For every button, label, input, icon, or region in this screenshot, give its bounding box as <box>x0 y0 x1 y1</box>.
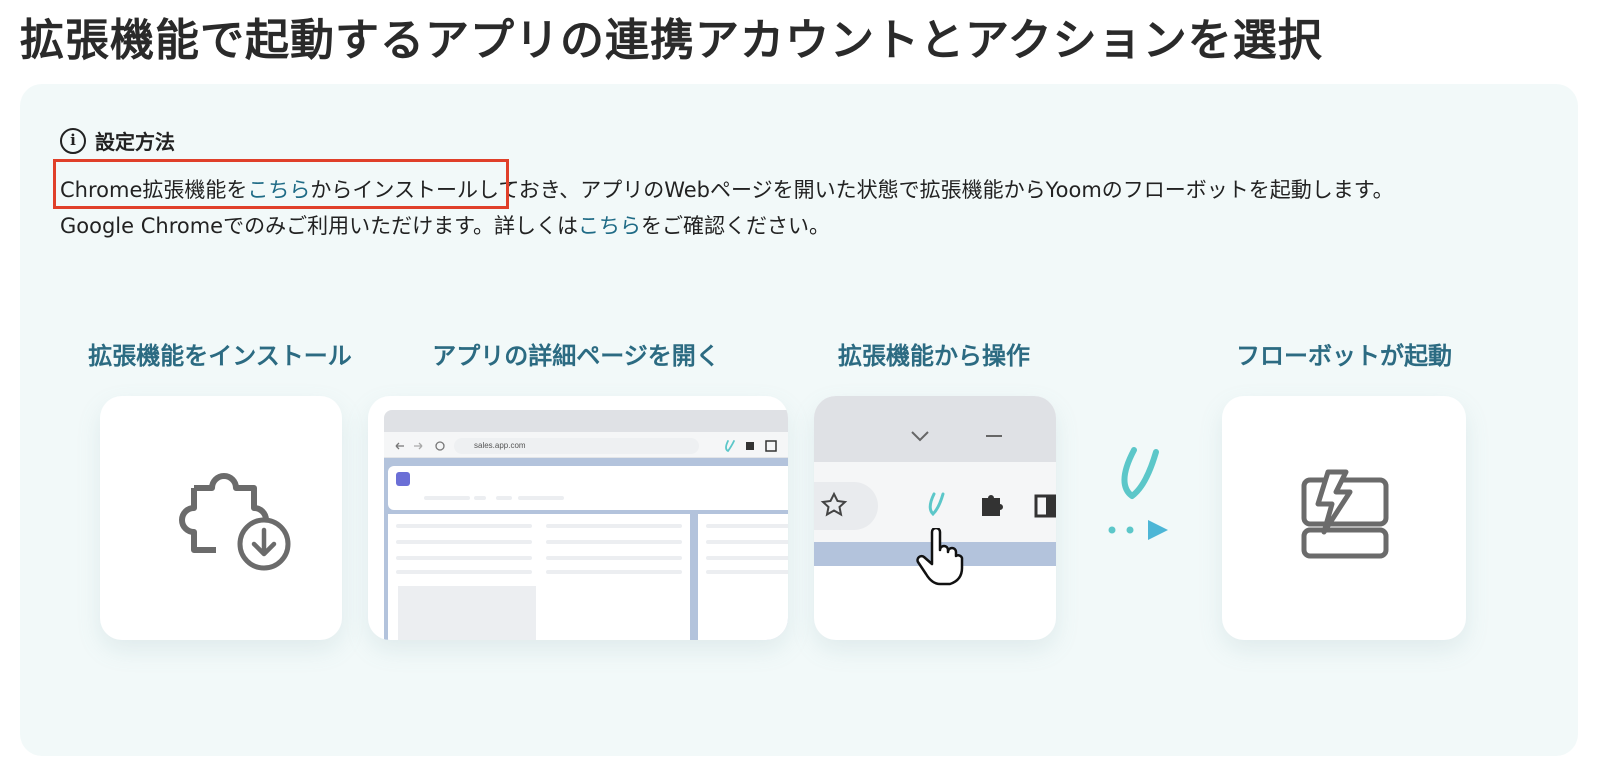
page-title: 拡張機能で起動するアプリの連携アカウントとアクションを選択 <box>20 15 1323 66</box>
line2-suffix: をご確認ください。 <box>641 214 830 238</box>
app-page-illustration-card: sales.app.com <box>368 396 788 640</box>
step-label-flowbot: フローボットが起動 <box>1236 342 1452 370</box>
details-link[interactable]: こちら <box>578 214 641 238</box>
app-logo-icon <box>396 472 410 486</box>
setup-panel: i 設定方法 Chrome拡張機能をこちらからインストールしておき、アプリのWe… <box>20 84 1578 756</box>
lightning-robot-icon <box>1301 469 1389 559</box>
flowbot-illustration-card <box>1222 396 1466 640</box>
app-page-side-column <box>698 514 788 640</box>
browser-url-bar: sales.app.com <box>454 438 699 454</box>
step-label-operate: 拡張機能から操作 <box>838 342 1030 370</box>
step-label-install: 拡張機能をインストール <box>88 342 352 370</box>
hand-pointer-icon <box>916 528 964 586</box>
info-circle-icon: i <box>60 127 86 154</box>
description-line-2: Google Chromeでのみご利用いただけます。詳しくはこちらをご確認くださ… <box>60 208 1550 244</box>
app-page-header <box>388 466 788 510</box>
puzzle-download-icon <box>179 473 291 571</box>
window-controls <box>911 431 1002 442</box>
install-extension-link[interactable]: こちら <box>247 178 310 202</box>
setup-description: Chrome拡張機能をこちらからインストールしておき、アプリのWebページを開い… <box>60 172 1550 244</box>
app-page-main-column <box>388 514 690 640</box>
extension-operate-illustration-card <box>814 396 1056 640</box>
toolbar-icons <box>820 491 1056 518</box>
line1-prefix: Chrome拡張機能を <box>60 178 248 202</box>
install-illustration-card <box>100 396 342 640</box>
line2-prefix: Google Chromeでのみご利用いただけます。詳しくは <box>60 214 578 238</box>
step-label-open-page: アプリの詳細ページを開く <box>432 342 720 370</box>
line1-suffix: からインストールしておき、アプリのWebページを開いた状態で拡張機能からYoom… <box>310 178 1394 202</box>
browser-nav-icons <box>395 441 445 451</box>
info-heading: i 設定方法 <box>60 126 175 155</box>
browser-tabstrip <box>384 410 788 432</box>
browser-extension-icons <box>725 440 777 453</box>
description-line-1: Chrome拡張機能をこちらからインストールしておき、アプリのWebページを開い… <box>60 172 1550 208</box>
info-heading-label: 設定方法 <box>95 130 175 154</box>
yoom-logo-icon <box>1108 447 1168 540</box>
